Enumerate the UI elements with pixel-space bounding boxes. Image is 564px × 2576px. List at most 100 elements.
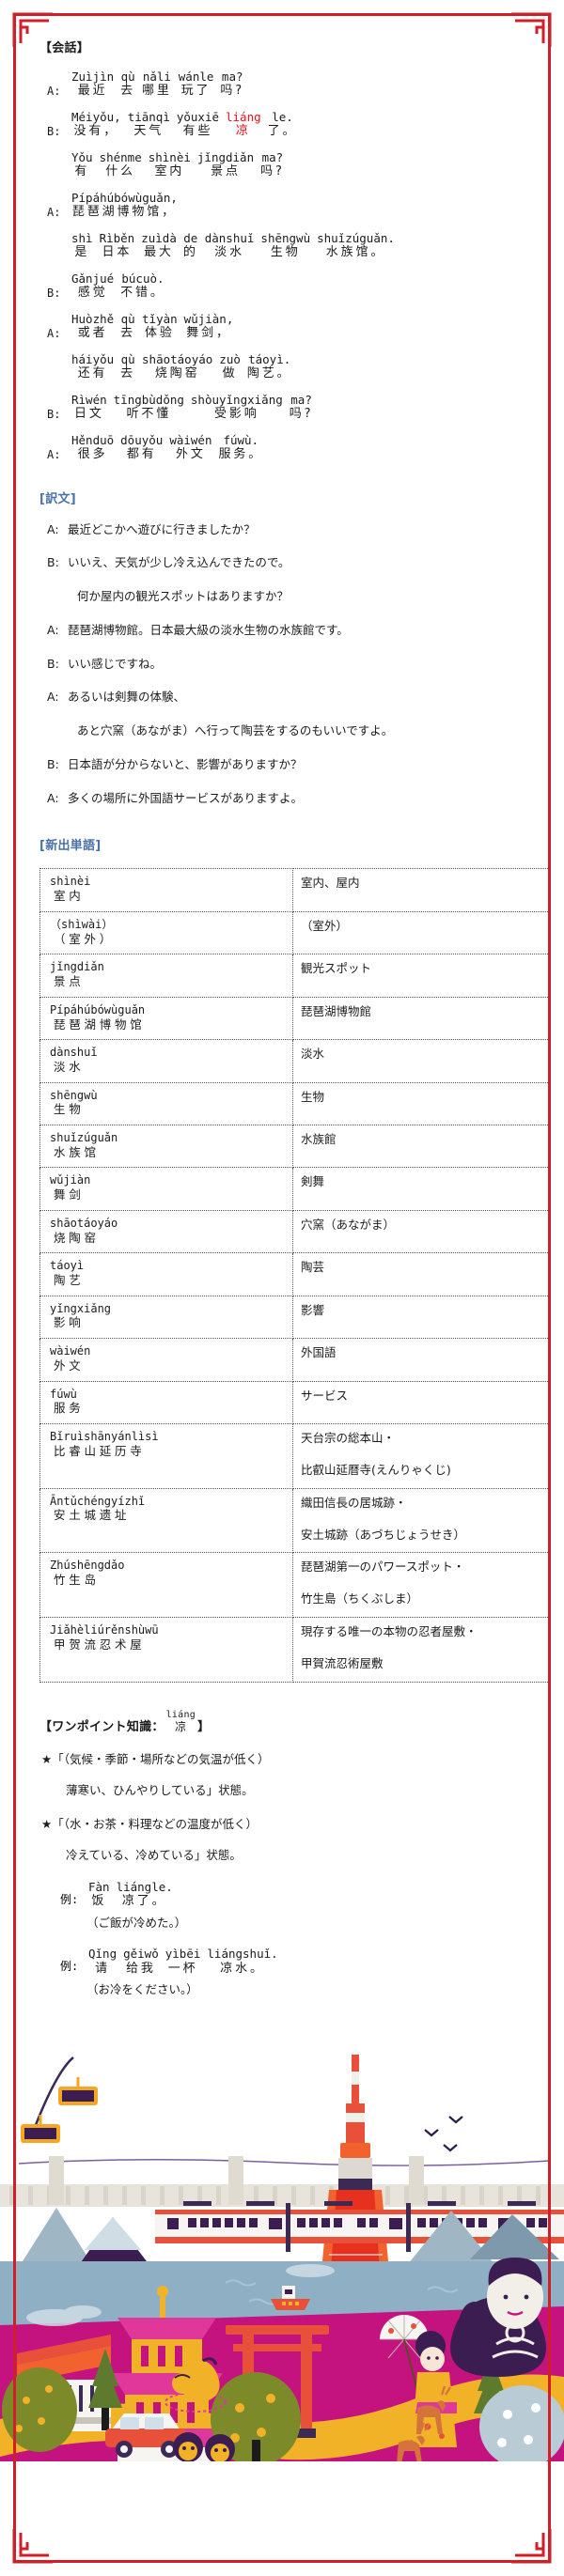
ruby-word: Fàn 饭 bbox=[88, 1880, 110, 1909]
hanzi: 去 bbox=[120, 84, 136, 99]
ruby-word: Pípáhúbówùguǎn, 琵琶湖博物馆， bbox=[71, 191, 178, 220]
pinyin: ma? bbox=[290, 392, 312, 407]
dialogue-line: Yǒu 有 shénme 什么 shìnèi 室内 jǐngdiǎn 景点 ma? 吗? bbox=[32, 149, 532, 179]
vocabulary-word-cell: Zhúshēngdǎo 竹生岛 bbox=[39, 1552, 293, 1619]
translation-speaker: A: bbox=[47, 622, 59, 637]
dialogue-text: Hěnduō 很多 dōuyǒu 都有 wàiwén 外文 fúwù. 服务。 bbox=[71, 432, 270, 462]
vocabulary-pinyin: wǔjiàn bbox=[50, 1173, 91, 1187]
ruby-word-highlight: liáng 凉 bbox=[226, 110, 261, 139]
vocabulary-pinyin: shēngwù bbox=[50, 1088, 98, 1102]
vocabulary-meaning: 外国語 bbox=[301, 1345, 337, 1360]
vocabulary-meaning: 淡水 bbox=[301, 1047, 325, 1062]
hanzi: 最大 bbox=[144, 245, 174, 260]
hanzi: 淡水 bbox=[214, 245, 244, 260]
hanzi: 去 bbox=[120, 326, 136, 341]
pinyin: liángle. bbox=[116, 1879, 173, 1894]
ruby-word: qù 去 bbox=[120, 70, 135, 99]
vocabulary-meaning-cell: 穴窯（あながま） bbox=[292, 1209, 550, 1254]
vocabulary-word-cell: Jiǎhèliúrěnshùwū 甲贺流忍术屋 bbox=[39, 1617, 293, 1683]
vocabulary-word-cell: yǐngxiǎng 影响 bbox=[39, 1295, 293, 1340]
hanzi: 最近 bbox=[77, 84, 108, 99]
hanzi: 请 bbox=[95, 1961, 110, 1976]
pinyin: tiānqì bbox=[127, 109, 170, 124]
vocabulary-row: Bǐruìshānyánlìsì 比睿山延历寺 天台宗の総本山・ 比叡山延暦寺(えんり… bbox=[39, 1422, 550, 1489]
hanzi: 是 bbox=[74, 245, 90, 260]
japan-travel-illustration bbox=[0, 2014, 564, 2461]
vocabulary-word-cell: shuǐzúguǎn 水族馆 bbox=[39, 1124, 293, 1169]
vocabulary-hanzi: 淡水 bbox=[54, 1059, 85, 1074]
pinyin: Rìběn bbox=[99, 230, 135, 245]
pinyin: ma? bbox=[221, 70, 243, 84]
dialogue-speaker: B: bbox=[47, 124, 61, 138]
ruby-word: Gǎnjué 感觉 bbox=[71, 272, 114, 301]
ruby-word: Méiyǒu, 没有， bbox=[71, 110, 121, 139]
pinyin: qù bbox=[120, 351, 135, 366]
ruby-word: yìbēi 一杯 bbox=[165, 1948, 201, 1976]
vocabulary-meaning-cell: 現存する唯一の本物の忍者屋敷・ 甲賀流忍術屋敷 bbox=[292, 1617, 550, 1683]
pinyin: shēngwù bbox=[260, 230, 311, 245]
vocabulary-meaning: 竹生島（ちくぶしま） bbox=[301, 1591, 419, 1606]
ruby-word: Rìběn 日本 bbox=[99, 230, 135, 260]
translation-line: A: 最近どこかへ遊びに行きましたか？ bbox=[32, 521, 532, 539]
vocabulary-meaning: 水族館 bbox=[301, 1131, 337, 1146]
vocabulary-word-cell: táoyì 陶艺 bbox=[39, 1252, 293, 1296]
pinyin: nǎli bbox=[142, 70, 171, 84]
section-heading-translation: [訳文] bbox=[39, 491, 76, 506]
vocabulary-pinyin: Āntǔchéngyízhǐ bbox=[50, 1494, 146, 1508]
vocabulary-pinyin: táoyì bbox=[50, 1259, 85, 1273]
dialogue-text: háiyǒu 还有 qù 去 shāotáoyáo 烧陶窑 zuò 做 táoyì. 陶艺。 bbox=[71, 351, 298, 381]
ruby-word: Rìwén 日文 bbox=[71, 393, 107, 422]
vocabulary-row: Āntǔchéngyízhǐ 安土城遗址 織田信長の居城跡・ 安土城跡（あづちじょうせ… bbox=[39, 1487, 550, 1554]
vocabulary-pinyin: Jiǎhèliúrěnshùwū bbox=[50, 1623, 159, 1637]
hanzi: 不错。 bbox=[120, 286, 165, 301]
vocabulary-row: fúwù 服务 サービス bbox=[39, 1380, 550, 1424]
hanzi: 饭 bbox=[91, 1894, 107, 1909]
dialogue-line: B: Rìwén 日文 tīngbùdǒng 听不懂 shòuyǐngxiǎng 受影响 ma… bbox=[32, 392, 532, 422]
hanzi: 都有 bbox=[126, 447, 157, 462]
dialogue-line: A: Huòzhě 或者 qù 去 tǐyàn 体验 wǔjiàn, 舞剑， bbox=[32, 312, 532, 341]
pinyin: shìnèi bbox=[148, 149, 191, 164]
vocabulary-meaning-cell: 室内、屋内 bbox=[292, 868, 550, 912]
hanzi: 吗? bbox=[260, 164, 285, 179]
onepoint-hanzi: 凉 bbox=[175, 1719, 187, 1733]
vocabulary-hanzi: 烧陶窑 bbox=[54, 1230, 100, 1245]
hanzi: 什么 bbox=[105, 164, 136, 179]
vocabulary-word-cell: jǐngdiǎn 景点 bbox=[39, 954, 293, 998]
ruby-word: jǐngdiǎn 景点 bbox=[197, 150, 254, 179]
pinyin: háiyǒu bbox=[71, 351, 115, 366]
vocabulary-row: wǔjiàn 舞剑 剣舞 bbox=[39, 1167, 550, 1211]
vocabulary-hanzi: 安土城遗址 bbox=[54, 1508, 131, 1523]
hanzi: 天气 bbox=[133, 124, 164, 139]
vocabulary-row: táoyì 陶艺 陶芸 bbox=[39, 1252, 550, 1296]
ruby-word: ma? 吗? bbox=[260, 150, 285, 179]
ruby-word: ma? 吗? bbox=[220, 70, 244, 99]
pinyin: búcuò. bbox=[121, 271, 164, 286]
hanzi: 舞剑， bbox=[186, 326, 231, 341]
pinyin: Qǐng bbox=[88, 1947, 118, 1962]
hanzi: 有 bbox=[74, 164, 90, 179]
translation-line: B: いい感じですね。 bbox=[32, 656, 532, 674]
dialogue-speaker: A: bbox=[47, 84, 61, 98]
dialogue-speaker: A: bbox=[47, 205, 61, 219]
translation-speaker: B: bbox=[47, 656, 59, 671]
hanzi: 去 bbox=[120, 366, 136, 381]
translation-text: いい感じですね。 bbox=[68, 656, 163, 671]
hanzi: 感觉 bbox=[77, 286, 108, 301]
pinyin: de bbox=[183, 230, 198, 245]
vocabulary-row: Zhúshēngdǎo 竹生岛 琵琶湖第一のパワースポット・ 竹生島（ちくぶしま） bbox=[39, 1552, 550, 1619]
ruby-word: wánle 玩了 bbox=[179, 70, 214, 99]
dialogue-line: A: Hěnduō 很多 dōuyǒu 都有 wàiwén 外文 fúwù. 服务。 bbox=[32, 432, 532, 462]
vocabulary-pinyin: （shìwài） bbox=[50, 917, 114, 931]
vocabulary-meaning: 比叡山延暦寺(えんりゃくじ) bbox=[301, 1462, 451, 1477]
hanzi: 景点 bbox=[211, 164, 241, 179]
hanzi: 玩了 bbox=[180, 84, 212, 99]
ruby-word: qù 去 bbox=[120, 312, 136, 341]
vocabulary-meaning-cell: 琵琶湖博物館 bbox=[292, 996, 550, 1041]
example-translation: （お冷をください。） bbox=[86, 1982, 198, 1997]
vocabulary-hanzi: 外文 bbox=[54, 1358, 85, 1373]
vocabulary-hanzi: 陶艺 bbox=[54, 1273, 85, 1288]
hanzi: 水族馆。 bbox=[325, 245, 386, 260]
pinyin: Hěnduō bbox=[71, 432, 115, 447]
vocabulary-meaning: 織田信長の居城跡・ bbox=[301, 1495, 407, 1510]
section-heading-vocabulary: [新出単語] bbox=[39, 839, 102, 854]
